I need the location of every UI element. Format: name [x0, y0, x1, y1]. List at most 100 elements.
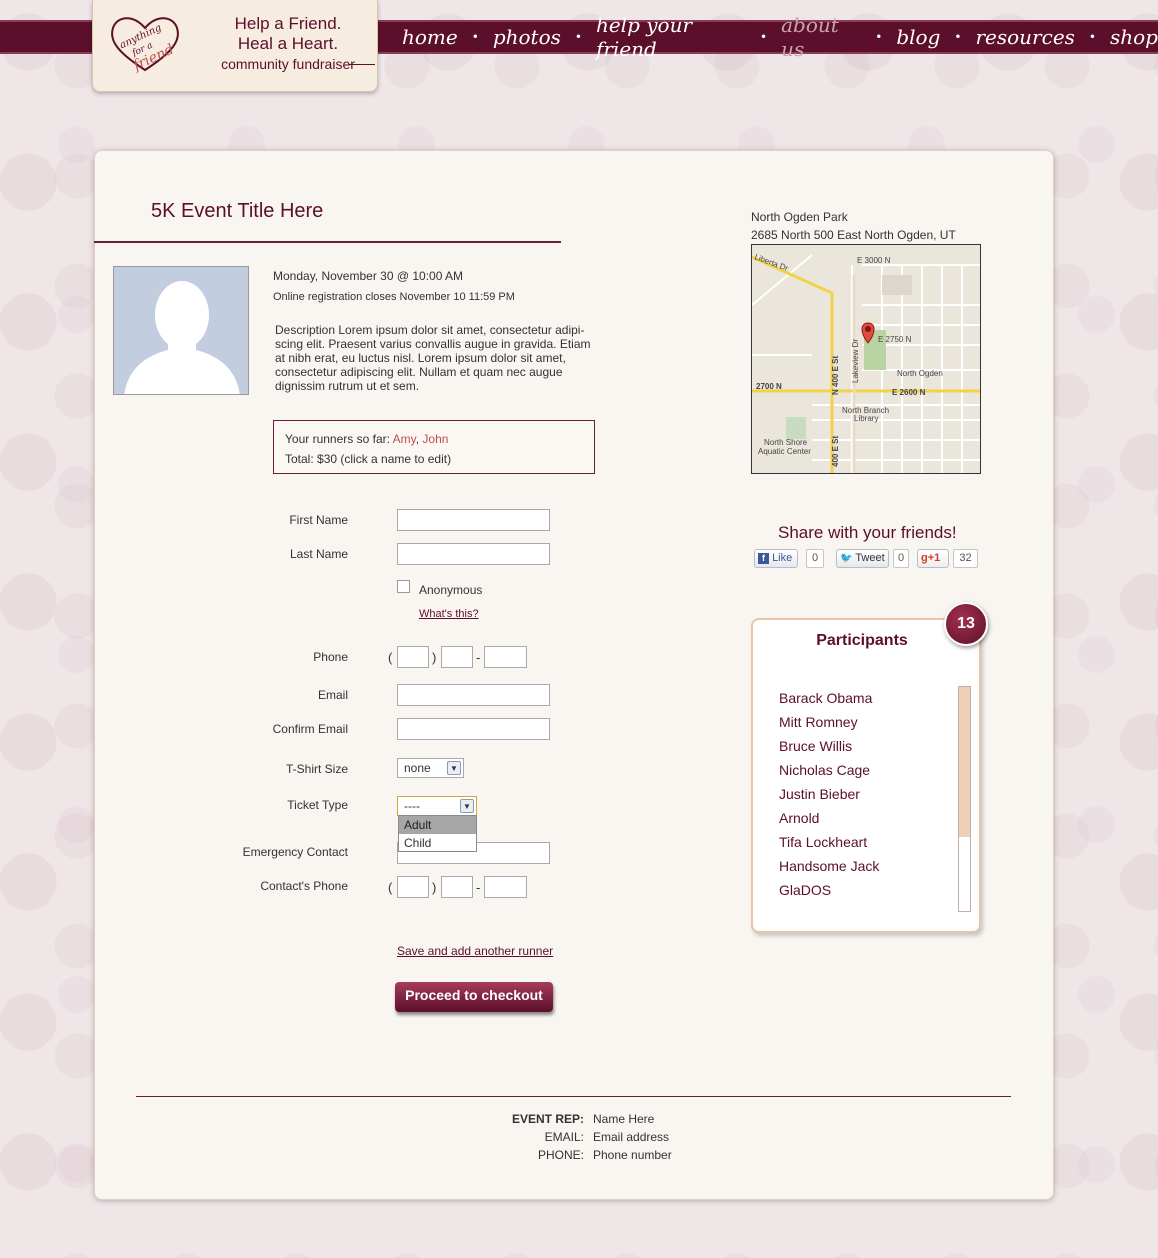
nav-help-your-friend[interactable]: help your friend — [596, 13, 746, 61]
tweet-count: 0 — [893, 549, 909, 568]
contact-phone-dash: - — [476, 880, 481, 895]
last-name-input[interactable] — [397, 543, 550, 565]
nav-separator: • — [875, 30, 883, 44]
logo-tab[interactable]: anything for a friend Help a Friend. Hea… — [92, 0, 378, 92]
email-input[interactable] — [397, 684, 550, 706]
tweet-button[interactable]: 🐦 Tweet — [836, 549, 889, 568]
phone-dash: - — [476, 650, 481, 665]
runner-name-john[interactable]: John — [422, 432, 448, 446]
event-rep-key: EVENT REP: — [511, 1112, 584, 1126]
contact-phone-area-input[interactable] — [397, 876, 429, 898]
map-label-library-2: Library — [854, 414, 878, 423]
participants-panel: Participants Barack Obama Mitt Romney Br… — [751, 618, 981, 933]
scrollbar-thumb[interactable] — [959, 687, 970, 837]
participant-item[interactable]: Bruce Willis — [779, 734, 879, 758]
participants-scrollbar[interactable] — [958, 686, 971, 912]
nav-home[interactable]: home — [402, 25, 458, 49]
map-graphic: Liberta Dr E 3000 N E 2750 N North Ogden… — [752, 245, 980, 473]
tagline-line1: Help a Friend. — [234, 14, 342, 33]
phone-key: PHONE: — [537, 1148, 584, 1162]
nav-blog[interactable]: blog — [896, 25, 940, 49]
participant-item[interactable]: GlaDOS — [779, 878, 879, 902]
runners-total: Total: $30 (click a name to edit) — [285, 452, 452, 466]
phone-area-input[interactable] — [397, 646, 429, 668]
ticket-type-select[interactable]: ---- ▼ — [397, 796, 477, 816]
registration-deadline: Online registration closes November 10 1… — [273, 291, 515, 303]
nav-shop[interactable]: shop — [1110, 25, 1158, 49]
participant-item[interactable]: Nicholas Cage — [779, 758, 879, 782]
location-map[interactable]: Liberta Dr E 3000 N E 2750 N North Ogden… — [751, 244, 981, 474]
event-date: Monday, November 30 @ 10:00 AM — [273, 269, 464, 283]
participant-item[interactable]: Tifa Lockheart — [779, 830, 879, 854]
map-label-n400e: N 400 E St — [831, 356, 840, 395]
map-label-2700n: 2700 N — [756, 382, 782, 391]
contact-phone-line-input[interactable] — [484, 876, 527, 898]
first-name-label: First Name — [289, 513, 348, 527]
participant-item[interactable]: Arnold — [779, 806, 879, 830]
like-count: 0 — [806, 549, 824, 568]
map-label-lakeview: Lakeview Dr — [851, 339, 860, 383]
phone-prefix-input[interactable] — [441, 646, 473, 668]
phone-value: Phone number — [593, 1148, 672, 1162]
event-avatar — [113, 266, 249, 395]
nav-separator: • — [760, 30, 768, 44]
anonymous-label: Anonymous — [419, 583, 483, 597]
contact-phone-label: Contact's Phone — [260, 879, 348, 893]
chevron-down-icon: ▼ — [460, 799, 474, 813]
ticket-type-dropdown: Adult Child — [398, 815, 477, 852]
participant-item[interactable]: Justin Bieber — [779, 782, 879, 806]
participant-item[interactable]: Mitt Romney — [779, 710, 879, 734]
event-rep-value: Name Here — [593, 1112, 655, 1126]
nav-separator: • — [1088, 30, 1096, 44]
contact-phone-prefix-input[interactable] — [441, 876, 473, 898]
runners-line: Your runners so far: Amy, John — [285, 432, 449, 446]
participant-item[interactable]: Barack Obama — [779, 686, 879, 710]
event-title: 5K Event Title Here — [151, 200, 324, 222]
nav-about-us[interactable]: about us — [781, 13, 861, 61]
title-divider — [94, 241, 561, 243]
nav-separator: • — [471, 30, 479, 44]
proceed-checkout-button[interactable]: Proceed to checkout — [395, 982, 553, 1012]
facebook-icon: f — [758, 553, 769, 564]
anonymous-checkbox[interactable] — [397, 580, 410, 593]
ticket-option-adult[interactable]: Adult — [399, 816, 476, 834]
nav-separator: • — [954, 30, 962, 44]
tshirt-size-value: none — [404, 761, 431, 775]
nav-resources[interactable]: resources — [975, 25, 1074, 49]
tagline-line3: community fundraiser — [221, 56, 355, 72]
map-label-north-ogden: North Ogden — [897, 369, 943, 378]
facebook-like-button[interactable]: f Like — [754, 549, 798, 568]
whats-this-link[interactable]: What's this? — [419, 608, 479, 620]
twitter-icon: 🐦 — [840, 553, 853, 564]
nav-photos[interactable]: photos — [493, 25, 561, 49]
tshirt-size-select[interactable]: none ▼ — [397, 758, 464, 778]
save-add-runner-link[interactable]: Save and add another runner — [397, 944, 553, 958]
like-label: Like — [772, 552, 793, 564]
email-key: EMAIL: — [544, 1130, 584, 1144]
first-name-input[interactable] — [397, 509, 550, 531]
nav-separator: • — [574, 30, 582, 44]
runners-prefix: Your runners so far: — [285, 432, 390, 446]
google-plus-icon: g — [921, 552, 928, 564]
runners-summary: Your runners so far: Amy, John Total: $3… — [273, 420, 595, 474]
confirm-email-input[interactable] — [397, 718, 550, 740]
share-title: Share with your friends! — [778, 523, 957, 542]
map-label-aquatic-1: North Shore — [764, 438, 808, 447]
phone-line-input[interactable] — [484, 646, 527, 668]
phone-paren-close: ) — [432, 650, 437, 665]
phone-paren-open: ( — [388, 650, 393, 665]
emergency-contact-label: Emergency Contact — [242, 845, 348, 859]
runner-name-amy[interactable]: Amy — [393, 432, 416, 446]
chevron-down-icon: ▼ — [447, 761, 461, 775]
map-label-2600n: E 2600 N — [892, 388, 926, 397]
event-description: Description Lorem ipsum dolor sit amet, … — [275, 323, 591, 393]
map-label-3000n: E 3000 N — [857, 256, 891, 265]
plus-count: 32 — [953, 549, 978, 568]
tweet-label: Tweet — [855, 552, 885, 564]
participant-item[interactable]: Handsome Jack — [779, 854, 879, 878]
google-plus-button[interactable]: g+1 — [917, 549, 949, 568]
email-label: Email — [317, 688, 348, 702]
email-value: Email address — [593, 1130, 670, 1144]
ticket-option-child[interactable]: Child — [399, 834, 476, 852]
heart-logo-icon: anything for a friend — [111, 17, 179, 74]
